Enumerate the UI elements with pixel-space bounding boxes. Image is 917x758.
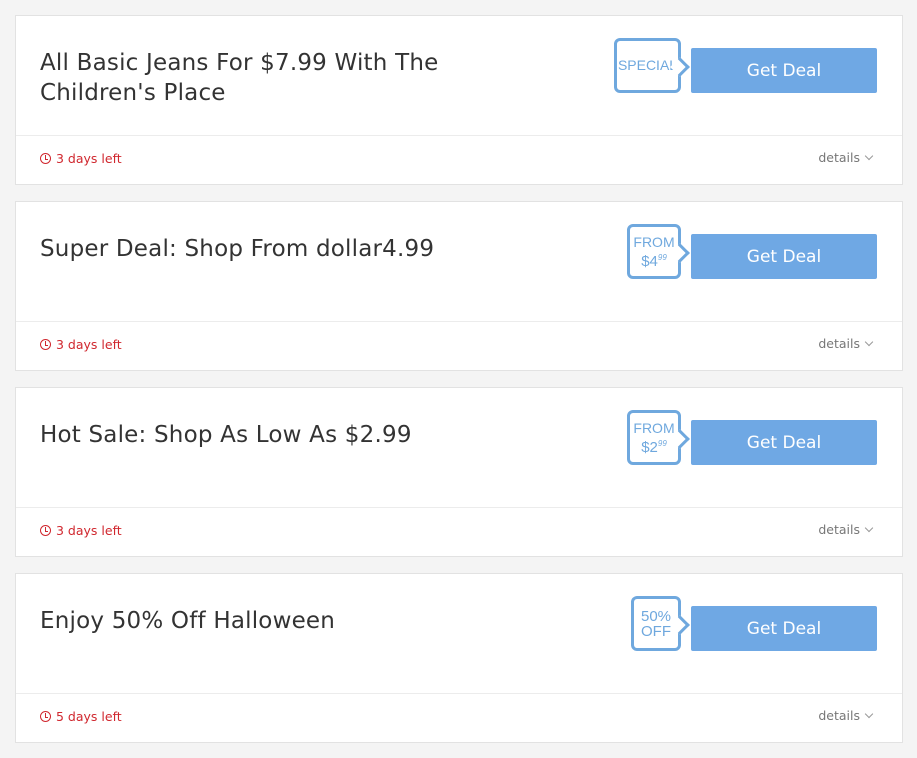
badge-amount: $2 xyxy=(641,438,658,456)
expiry-info: 3 days left xyxy=(40,151,122,166)
badge-label-2: OFF xyxy=(641,622,671,640)
chevron-down-icon xyxy=(864,709,874,719)
deal-card-header: Enjoy 50% Off Halloween 50% OFF Get Deal xyxy=(16,574,902,693)
deal-badge: SPECIAL xyxy=(614,38,681,93)
clock-icon xyxy=(40,339,51,350)
badge-label: 50% xyxy=(640,607,672,625)
deal-title[interactable]: Hot Sale: Shop As Low As $2.99 xyxy=(40,420,560,450)
deal-badge: FROM $299 xyxy=(627,410,681,465)
details-toggle[interactable]: details xyxy=(818,336,874,351)
get-deal-button[interactable]: Get Deal xyxy=(691,606,877,651)
badge-label: FROM xyxy=(633,233,675,250)
deal-card-footer: 3 days left details xyxy=(16,135,902,184)
clock-icon xyxy=(40,525,51,536)
deal-badge: 50% OFF xyxy=(631,596,681,651)
deal-badge: FROM $499 xyxy=(627,224,681,279)
badge-label: SPECIAL xyxy=(617,57,678,73)
deal-card: Hot Sale: Shop As Low As $2.99 FROM $299… xyxy=(15,387,903,557)
deal-card: Super Deal: Shop From dollar4.99 FROM $4… xyxy=(15,201,903,371)
badge-label: FROM xyxy=(633,419,675,436)
details-label: details xyxy=(818,708,860,723)
badge-price: $299 xyxy=(641,436,667,455)
get-deal-button[interactable]: Get Deal xyxy=(691,420,877,465)
deal-title[interactable]: Super Deal: Shop From dollar4.99 xyxy=(40,234,560,264)
expiry-info: 3 days left xyxy=(40,523,122,538)
chevron-down-icon xyxy=(864,523,874,533)
get-deal-button[interactable]: Get Deal xyxy=(691,48,877,93)
details-toggle[interactable]: details xyxy=(818,150,874,165)
details-toggle[interactable]: details xyxy=(818,708,874,723)
expiry-text: 3 days left xyxy=(56,337,122,352)
expiry-text: 3 days left xyxy=(56,151,122,166)
deal-card-footer: 3 days left details xyxy=(16,507,902,556)
details-label: details xyxy=(818,336,860,351)
badge-cents: 99 xyxy=(657,252,667,262)
chevron-down-icon xyxy=(864,337,874,347)
badge-amount: $4 xyxy=(641,252,658,270)
expiry-info: 5 days left xyxy=(40,709,122,724)
clock-icon xyxy=(40,153,51,164)
deal-card-header: Hot Sale: Shop As Low As $2.99 FROM $299… xyxy=(16,388,902,507)
expiry-info: 3 days left xyxy=(40,337,122,352)
chevron-down-icon xyxy=(864,151,874,161)
clock-icon xyxy=(40,711,51,722)
details-toggle[interactable]: details xyxy=(818,522,874,537)
deal-title[interactable]: All Basic Jeans For $7.99 With The Child… xyxy=(40,48,560,108)
deal-card-footer: 3 days left details xyxy=(16,321,902,370)
deal-card-footer: 5 days left details xyxy=(16,693,902,742)
badge-cents: 99 xyxy=(657,438,667,448)
deal-card-header: All Basic Jeans For $7.99 With The Child… xyxy=(16,16,902,135)
details-label: details xyxy=(818,522,860,537)
get-deal-button[interactable]: Get Deal xyxy=(691,234,877,279)
deal-list: All Basic Jeans For $7.99 With The Child… xyxy=(15,15,903,758)
deal-card-header: Super Deal: Shop From dollar4.99 FROM $4… xyxy=(16,202,902,321)
deal-title[interactable]: Enjoy 50% Off Halloween xyxy=(40,606,560,636)
deal-card: All Basic Jeans For $7.99 With The Child… xyxy=(15,15,903,185)
expiry-text: 5 days left xyxy=(56,709,122,724)
details-label: details xyxy=(818,150,860,165)
expiry-text: 3 days left xyxy=(56,523,122,538)
badge-price: $499 xyxy=(641,250,667,269)
deal-card: Enjoy 50% Off Halloween 50% OFF Get Deal… xyxy=(15,573,903,743)
